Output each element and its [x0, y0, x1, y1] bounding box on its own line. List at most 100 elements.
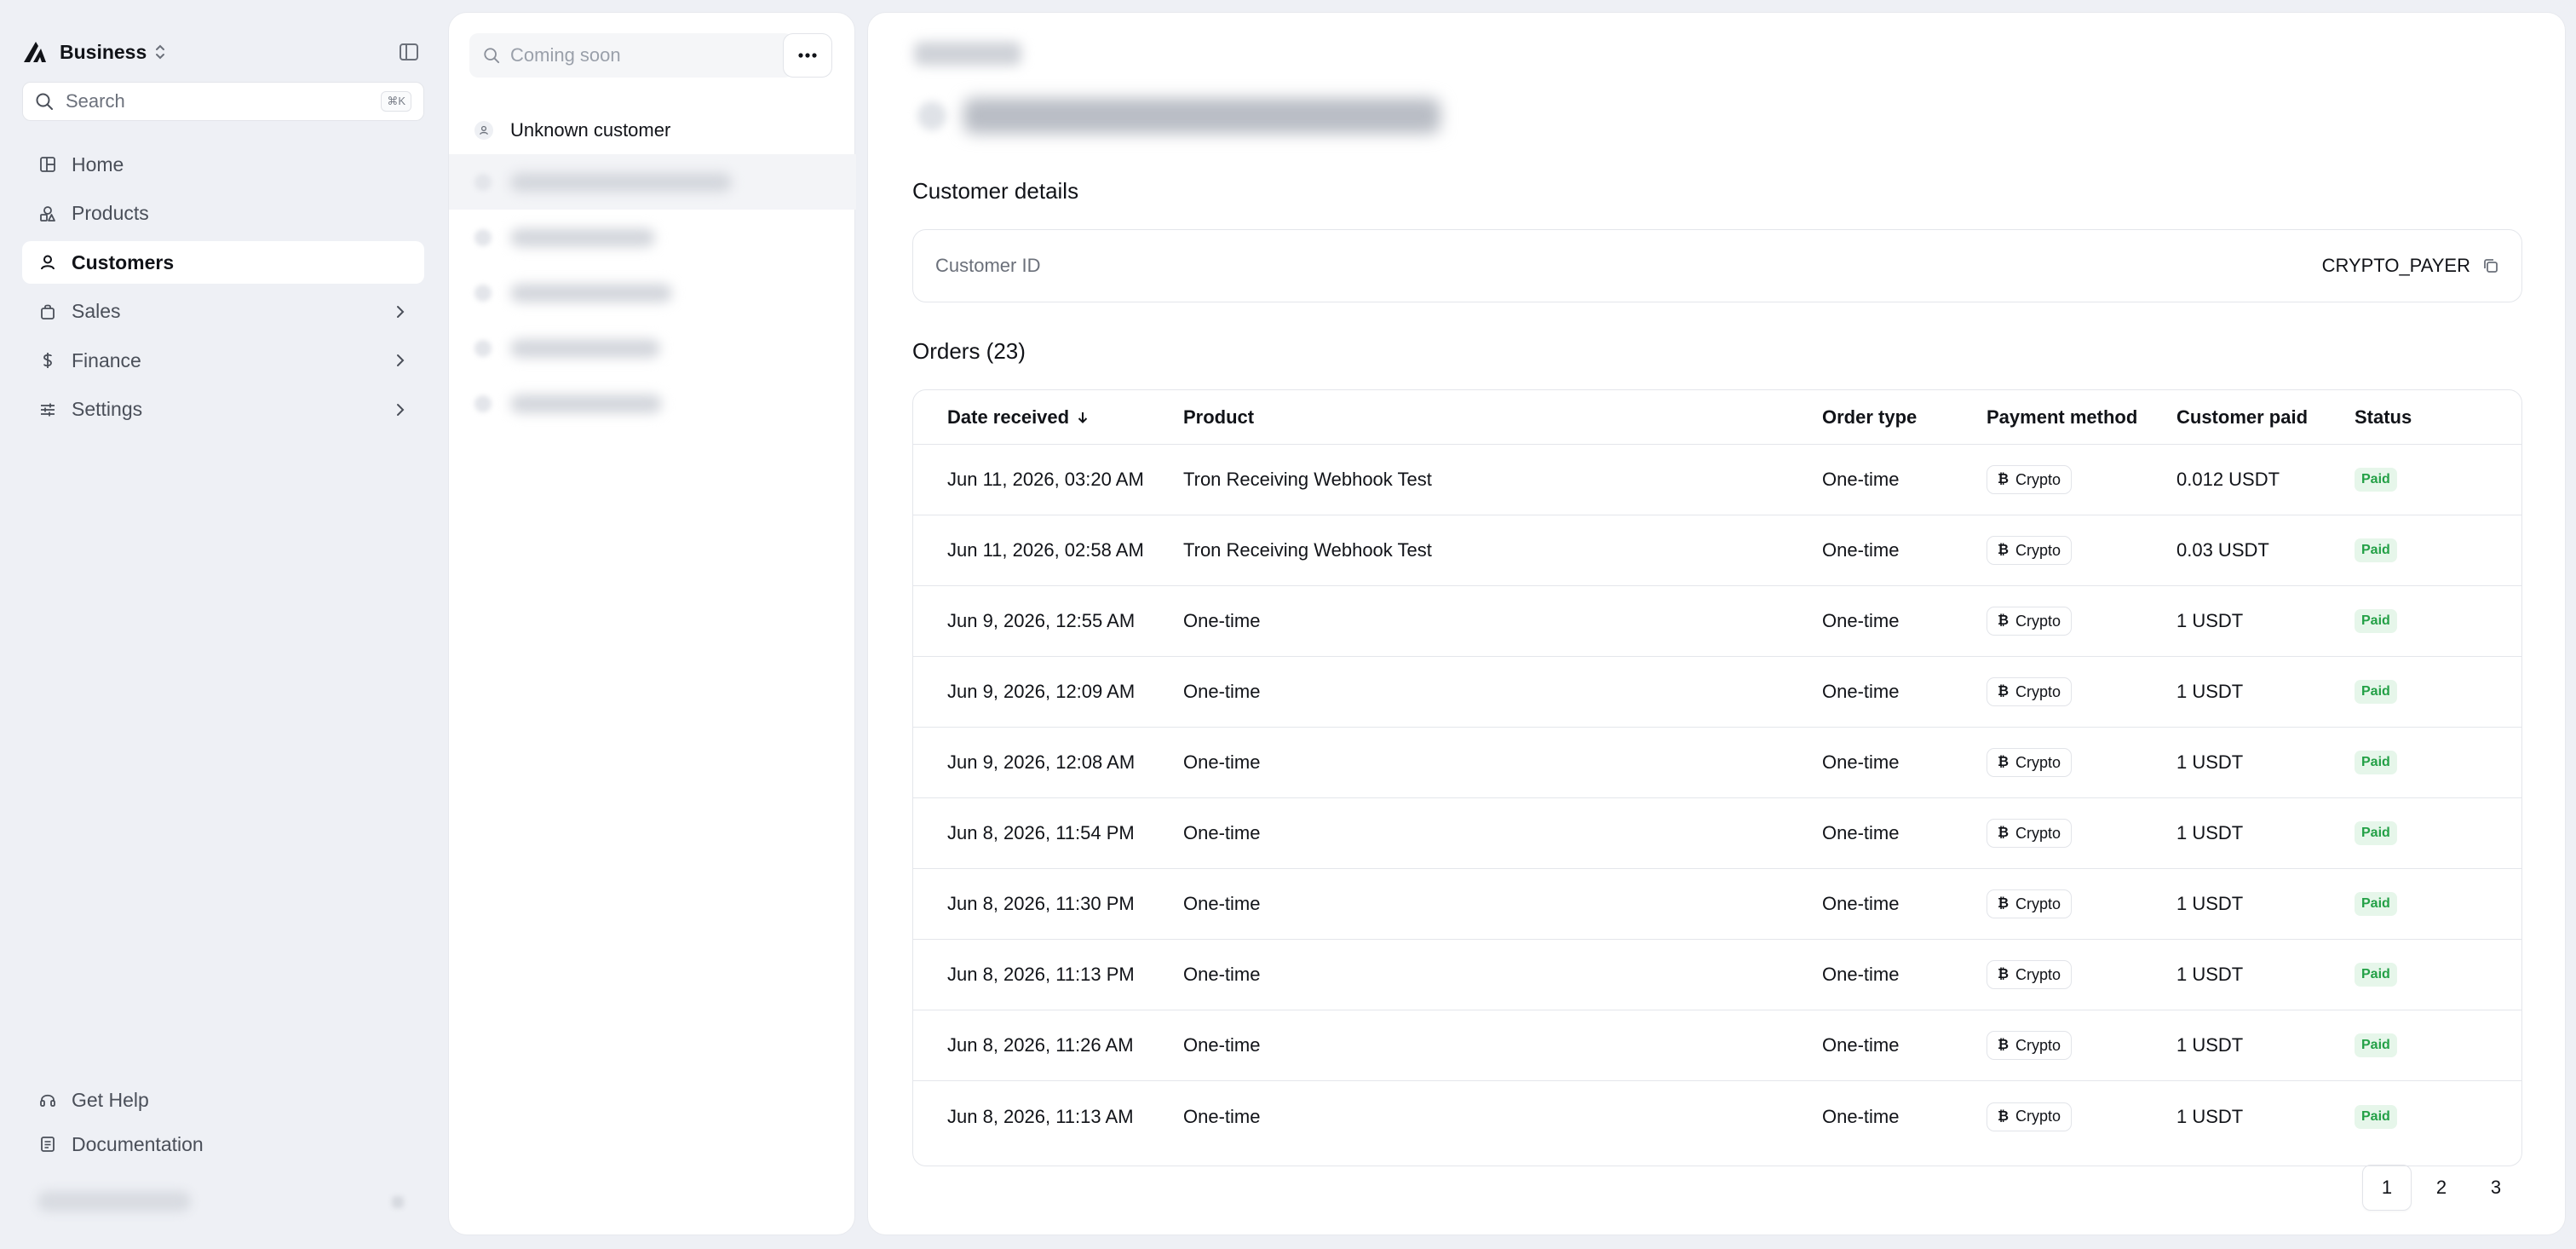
table-row[interactable]: Jun 9, 2026, 12:08 AM One-time One-time … — [913, 728, 2521, 798]
shapes-icon — [40, 205, 55, 222]
order-date: Jun 11, 2026, 02:58 AM — [947, 539, 1144, 561]
table-row[interactable]: Jun 11, 2026, 03:20 AM Tron Receiving We… — [913, 445, 2521, 515]
bitcoin-icon: ₿ — [1998, 472, 2010, 486]
page-button-1[interactable]: 1 — [2362, 1165, 2412, 1211]
page-button-3[interactable]: 3 — [2471, 1165, 2521, 1211]
customer-email-redacted — [510, 172, 732, 192]
sidebar-item-settings[interactable]: Settings — [22, 389, 424, 431]
order-type: One-time — [1822, 539, 1900, 561]
list-item-redacted[interactable] — [449, 154, 856, 210]
table-row[interactable]: Jun 8, 2026, 11:30 PM One-time One-time … — [913, 869, 2521, 940]
table-row[interactable]: Jun 8, 2026, 11:54 PM One-time One-time … — [913, 798, 2521, 869]
table-row[interactable]: Jun 11, 2026, 02:58 AM Tron Receiving We… — [913, 515, 2521, 586]
sidebar: Business Search ⌘K Home Products Custome… — [0, 0, 443, 1249]
customer-name: Unknown customer — [510, 119, 671, 141]
more-options-button[interactable] — [783, 33, 832, 78]
avatar — [474, 284, 492, 302]
sidebar-item-documentation[interactable]: Documentation — [22, 1125, 424, 1164]
order-amount: 0.03 USDT — [2176, 539, 2269, 561]
bitcoin-icon: ₿ — [1998, 613, 2010, 628]
order-status: Paid — [2355, 657, 2397, 727]
chevron-right-icon — [397, 305, 405, 318]
payment-label: Crypto — [2015, 965, 2061, 983]
order-status: Paid — [2355, 1081, 2397, 1152]
payment-label: Crypto — [2015, 470, 2061, 488]
order-product: Tron Receiving Webhook Test — [1183, 539, 1432, 561]
payment-method: ₿ Crypto — [1987, 728, 2073, 797]
order-date: Jun 8, 2026, 11:30 PM — [947, 893, 1135, 914]
customer-email-redacted — [510, 283, 672, 302]
column-label: Date received — [947, 406, 1070, 428]
column-order-type: Order type — [1822, 406, 1918, 428]
order-product: One-time — [1183, 681, 1261, 702]
sidebar-search[interactable]: Search ⌘K — [22, 82, 424, 121]
payment-label: Crypto — [2015, 682, 2061, 700]
customer-email-redacted — [963, 98, 1440, 134]
order-product: One-time — [1183, 964, 1261, 985]
sidebar-collapse-icon[interactable] — [399, 43, 419, 61]
table-row[interactable]: Jun 9, 2026, 12:55 AM One-time One-time … — [913, 586, 2521, 657]
list-item-redacted[interactable] — [449, 320, 856, 376]
list-item-redacted[interactable] — [449, 265, 856, 320]
table-row[interactable]: Jun 8, 2026, 11:13 AM One-time One-time … — [913, 1081, 2521, 1152]
sliders-icon — [41, 403, 55, 417]
arrow-down-icon — [1078, 412, 1088, 423]
table-row[interactable]: Jun 9, 2026, 12:09 AM One-time One-time … — [913, 657, 2521, 728]
order-product: Tron Receiving Webhook Test — [1183, 469, 1432, 490]
order-type: One-time — [1822, 751, 1900, 773]
sidebar-bottom-nav: Get Help Documentation — [22, 1080, 424, 1169]
customer-email-redacted — [510, 338, 660, 358]
avatar — [474, 121, 493, 140]
list-item-redacted[interactable] — [449, 210, 856, 265]
sidebar-item-home[interactable]: Home — [22, 143, 424, 186]
sidebar-item-label: Finance — [72, 348, 141, 371]
account-name-redacted[interactable] — [37, 1191, 191, 1212]
order-date: Jun 8, 2026, 11:54 PM — [947, 822, 1135, 843]
order-product: One-time — [1183, 822, 1261, 843]
bitcoin-icon: ₿ — [1998, 543, 2010, 557]
payment-method: ₿ Crypto — [1987, 586, 2073, 656]
status-badge: Paid — [2355, 1104, 2397, 1129]
orders-heading: Orders (23) — [912, 338, 1026, 364]
order-date: Jun 8, 2026, 11:13 AM — [947, 1105, 1134, 1127]
sidebar-item-sales[interactable]: Sales — [22, 291, 424, 333]
search-icon — [36, 93, 53, 110]
customer-id-value: CRYPTO_PAYER — [2321, 255, 2470, 276]
payment-label: Crypto — [2015, 824, 2061, 842]
customer-search[interactable] — [469, 33, 793, 78]
payment-label: Crypto — [2015, 1036, 2061, 1054]
customer-id-label: Customer ID — [935, 255, 1041, 276]
list-item[interactable]: Unknown customer — [449, 106, 856, 154]
order-amount: 1 USDT — [2176, 1105, 2244, 1127]
page-button-2[interactable]: 2 — [2417, 1165, 2466, 1211]
order-type: One-time — [1822, 610, 1900, 631]
sidebar-item-customers[interactable]: Customers — [22, 241, 424, 285]
sidebar-item-finance[interactable]: Finance — [22, 339, 424, 382]
sidebar-item-label: Settings — [72, 398, 143, 421]
payment-method: ₿ Crypto — [1987, 869, 2073, 939]
customer-search-input[interactable] — [510, 44, 757, 66]
table-row[interactable]: Jun 8, 2026, 11:13 PM One-time One-time … — [913, 940, 2521, 1010]
payment-label: Crypto — [2015, 753, 2061, 771]
column-date-received[interactable]: Date received — [947, 390, 1090, 444]
workspace-switcher[interactable]: Business — [22, 36, 423, 68]
status-badge: Paid — [2355, 1033, 2397, 1057]
status-badge: Paid — [2355, 892, 2397, 916]
sidebar-search-placeholder: Search — [66, 90, 125, 112]
avatar — [474, 173, 492, 191]
sidebar-item-label: Customers — [72, 250, 175, 273]
workspace-name: Business — [60, 40, 147, 63]
sidebar-item-get-help[interactable]: Get Help — [22, 1080, 424, 1119]
sidebar-item-label: Home — [72, 153, 124, 176]
payment-pill: ₿ Crypto — [1987, 536, 2073, 565]
customer-detail-panel: Customer details Customer ID CRYPTO_PAYE… — [867, 12, 2566, 1235]
payment-label: Crypto — [2015, 895, 2061, 912]
table-row[interactable]: Jun 8, 2026, 11:26 AM One-time One-time … — [913, 1010, 2521, 1081]
account-menu-redacted[interactable] — [392, 1196, 404, 1208]
payment-method: ₿ Crypto — [1987, 445, 2073, 515]
copy-icon[interactable] — [2482, 257, 2499, 274]
bitcoin-icon: ₿ — [1998, 967, 2010, 981]
sidebar-item-products[interactable]: Products — [22, 193, 424, 235]
customer-email-redacted — [510, 227, 655, 247]
list-item-redacted[interactable] — [449, 376, 856, 431]
